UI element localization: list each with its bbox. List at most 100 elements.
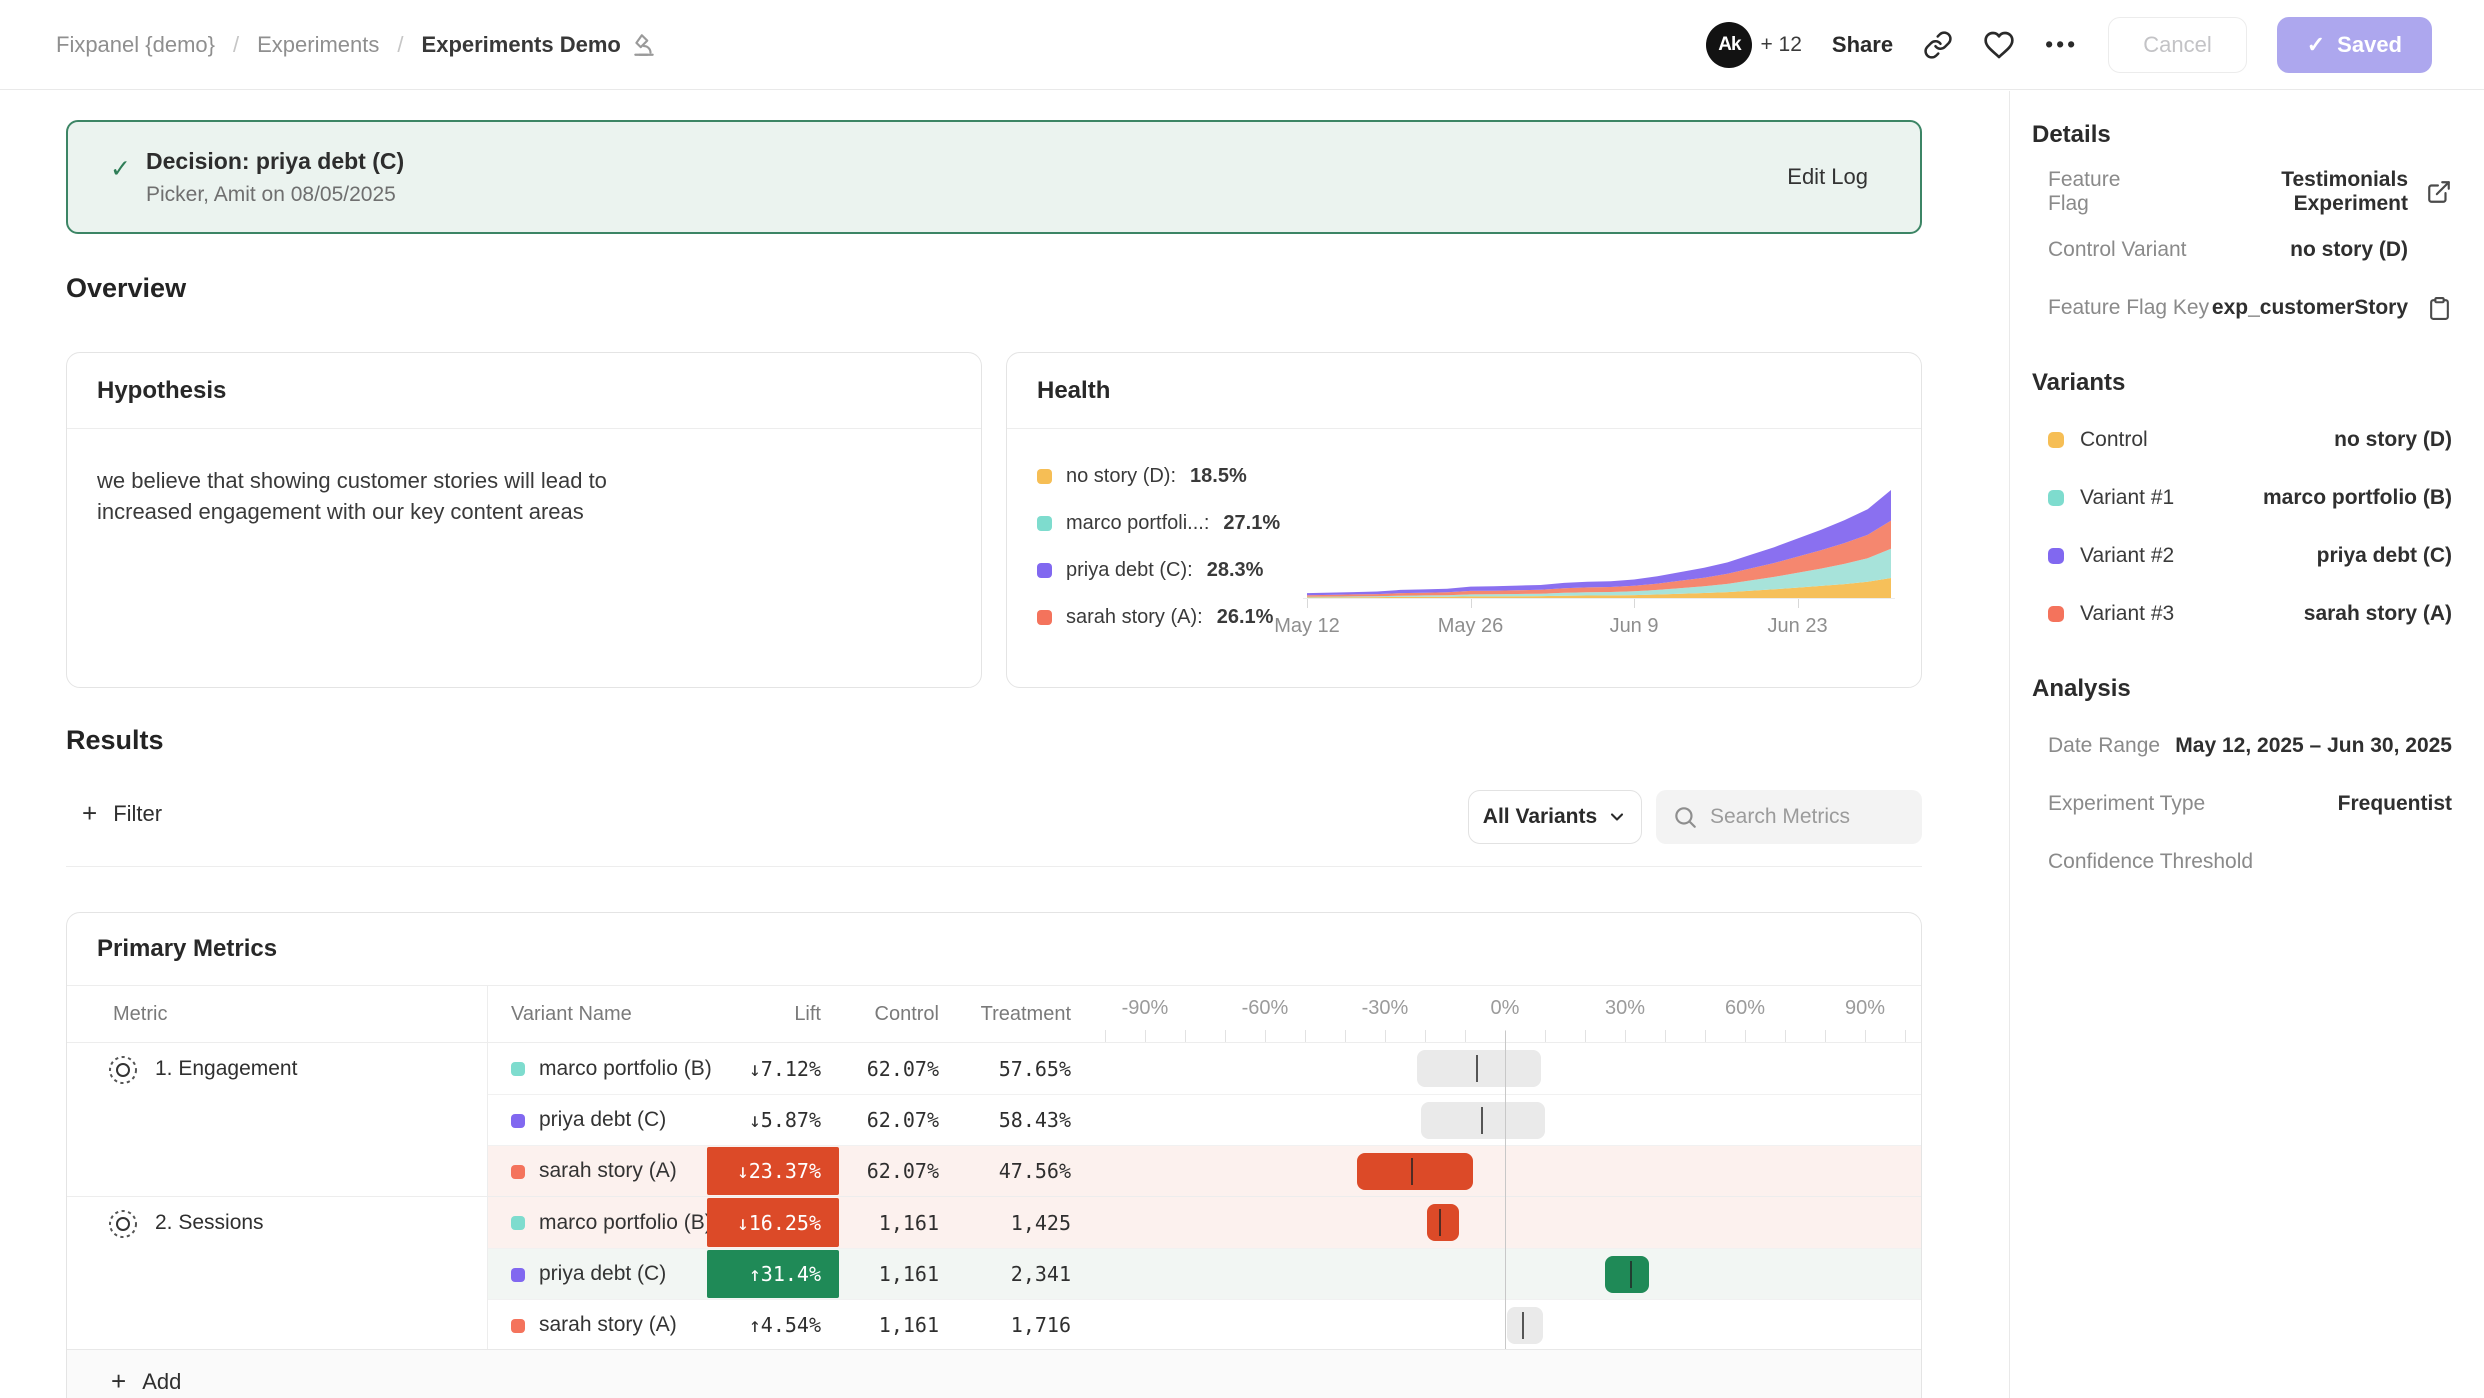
variant-name: sarah story (A) <box>539 1300 677 1350</box>
variant-swatch <box>2048 548 2064 564</box>
variants-section: Variants Controlno story (D)Variant #1ma… <box>2032 369 2452 643</box>
treatment-value: 58.43% <box>963 1095 1071 1145</box>
plus-icon: + <box>82 798 97 829</box>
ci-mean-tick <box>1439 1209 1441 1236</box>
share-button[interactable]: Share <box>1832 32 1893 58</box>
external-link-icon[interactable] <box>2426 179 2452 205</box>
column-metric: Metric <box>113 986 167 1043</box>
control-value: 62.07% <box>839 1146 939 1196</box>
analysis-heading: Analysis <box>2032 675 2452 703</box>
detail-value[interactable]: exp_customerStory <box>2212 296 2408 320</box>
treatment-value: 47.56% <box>963 1146 1071 1196</box>
variant-swatch <box>511 1319 525 1333</box>
variant-value: priya debt (C) <box>2317 544 2452 568</box>
health-title: Health <box>1007 353 1921 429</box>
column-treatment: Treatment <box>963 986 1071 1043</box>
lift-value: ↑31.4% <box>707 1250 839 1298</box>
metric-cell: 1. Engagement <box>67 1043 487 1196</box>
variant-filter-dropdown[interactable]: All Variants <box>1468 790 1642 844</box>
metric-group: 2. Sessions marco portfolio (B)↓16.25%1,1… <box>67 1196 1921 1350</box>
decision-check-icon: ✓ <box>110 154 131 184</box>
legend-value: 27.1% <box>1223 512 1280 535</box>
detail-row: Control Variantno story (D) <box>2032 221 2452 279</box>
variant-value: marco portfolio (B) <box>2263 486 2452 510</box>
table-row[interactable]: sarah story (A)↑4.54%1,1611,716 <box>487 1299 1921 1350</box>
axis-tick <box>1185 1030 1186 1042</box>
variant-swatch <box>511 1165 525 1179</box>
search-metrics-input[interactable] <box>1710 790 1910 844</box>
lift-value: ↑4.54% <box>707 1300 839 1350</box>
legend-swatch <box>1037 516 1052 531</box>
metric-search <box>1656 790 1922 844</box>
axis-tick <box>1865 1030 1866 1042</box>
legend-item[interactable]: priya debt (C): 28.3% <box>1037 547 1280 594</box>
details-heading: Details <box>2032 121 2452 149</box>
health-legend: no story (D): 18.5%marco portfoli...: 27… <box>1037 453 1280 641</box>
plus-icon: + <box>111 1366 126 1397</box>
copy-link-icon[interactable] <box>1923 30 1953 60</box>
variant-value: sarah story (A) <box>2304 602 2452 626</box>
more-options-icon[interactable]: ••• <box>2045 31 2078 58</box>
axis-label: -30% <box>1362 986 1409 1030</box>
health-x-label: Jun 23 <box>1768 615 1828 638</box>
table-row[interactable]: priya debt (C)↑31.4%1,1612,341 <box>487 1248 1921 1299</box>
legend-label: sarah story (A): <box>1066 606 1203 629</box>
variant-name: sarah story (A) <box>539 1146 677 1196</box>
detail-value: no story (D) <box>2290 238 2408 262</box>
hypothesis-body[interactable]: we believe that showing customer stories… <box>67 429 717 563</box>
breadcrumb: Fixpanel {demo} / Experiments / Experime… <box>56 32 657 58</box>
collaborators-count[interactable]: + 12 <box>1760 33 1801 57</box>
add-metric-button[interactable]: + Add <box>67 1349 1921 1398</box>
analysis-row: Experiment TypeFrequentist <box>2032 775 2452 833</box>
axis-tick <box>1545 1030 1546 1042</box>
legend-value: 26.1% <box>1217 606 1274 629</box>
avatar[interactable]: Ak <box>1706 22 1752 68</box>
axis-tick <box>1905 1030 1906 1042</box>
cancel-button[interactable]: Cancel <box>2108 17 2246 73</box>
edit-log-button[interactable]: Edit Log <box>1787 164 1868 190</box>
table-row[interactable]: marco portfolio (B)↓7.12%62.07%57.65% <box>487 1043 1921 1094</box>
favorite-heart-icon[interactable] <box>1983 29 2015 61</box>
variant-swatch <box>2048 490 2064 506</box>
breadcrumb-experiments[interactable]: Experiments <box>257 32 379 58</box>
treatment-value: 2,341 <box>963 1249 1071 1299</box>
variant-label: Variant #1 <box>2080 486 2174 510</box>
decision-title: Decision: priya debt (C) <box>146 148 404 175</box>
saved-button[interactable]: ✓ Saved <box>2277 17 2432 73</box>
metric-target-icon <box>107 1208 139 1240</box>
legend-swatch <box>1037 469 1052 484</box>
decision-text: Decision: priya debt (C) Picker, Amit on… <box>146 148 404 207</box>
axis-label: 90% <box>1845 986 1885 1030</box>
health-x-tick <box>1798 599 1799 608</box>
variant-label: Control <box>2080 428 2148 452</box>
breadcrumb-project[interactable]: Fixpanel {demo} <box>56 32 215 58</box>
confidence-interval-bar <box>1507 1307 1543 1344</box>
axis-tick <box>1225 1030 1226 1042</box>
table-row[interactable]: priya debt (C)↓5.87%62.07%58.43% <box>487 1094 1921 1145</box>
overview-heading: Overview <box>66 273 186 304</box>
axis-tick <box>1665 1030 1666 1042</box>
legend-item[interactable]: no story (D): 18.5% <box>1037 453 1280 500</box>
ci-mean-tick <box>1476 1055 1478 1082</box>
legend-item[interactable]: sarah story (A): 26.1% <box>1037 594 1280 641</box>
breadcrumb-separator: / <box>397 32 403 58</box>
legend-item[interactable]: marco portfoli...: 27.1% <box>1037 500 1280 547</box>
detail-value[interactable]: Testimonials Experiment <box>2165 168 2408 216</box>
variant-value: no story (D) <box>2334 428 2452 452</box>
axis-tick <box>1305 1030 1306 1042</box>
column-lift: Lift <box>707 986 821 1043</box>
detail-icon-slot <box>2408 296 2452 321</box>
add-filter-button[interactable]: + Filter <box>82 798 162 829</box>
axis-tick <box>1425 1030 1426 1042</box>
detail-label: Feature Flag Key <box>2048 296 2209 320</box>
variant-name: priya debt (C) <box>539 1095 666 1145</box>
table-row[interactable]: sarah story (A)↓23.37%62.07%47.56% <box>487 1145 1921 1196</box>
ci-mean-tick <box>1411 1158 1413 1185</box>
lift-value: ↓16.25% <box>707 1198 839 1247</box>
metric-name: 2. Sessions <box>155 1208 264 1350</box>
treatment-value: 1,425 <box>963 1197 1071 1248</box>
clipboard-copy-icon[interactable] <box>2427 296 2452 321</box>
table-row[interactable]: marco portfolio (B)↓16.25%1,1611,425 <box>487 1197 1921 1248</box>
health-x-label: May 12 <box>1274 615 1340 638</box>
legend-value: 28.3% <box>1207 559 1264 582</box>
